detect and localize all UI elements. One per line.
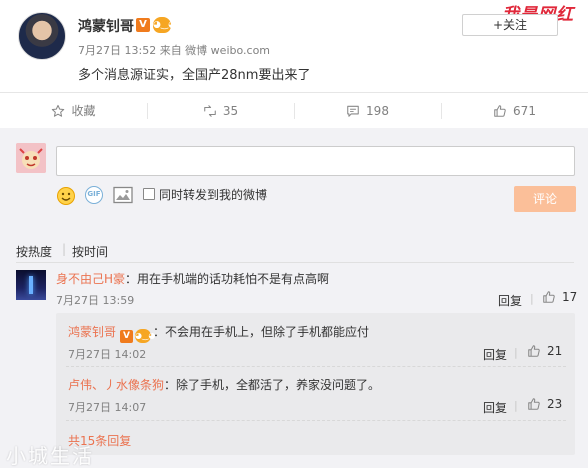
comment-count: 198 xyxy=(366,103,389,118)
post-meta: 7月27日 13:52 来自 微博 weibo.com xyxy=(78,44,271,57)
sort-by-hot[interactable]: 按热度 xyxy=(16,243,52,260)
reply-like-count: 23 xyxy=(547,397,563,411)
thumbs-up-icon xyxy=(528,345,540,357)
like-count: 671 xyxy=(513,103,536,118)
star-icon xyxy=(52,104,65,117)
reply-separator: | xyxy=(514,399,518,412)
reply-time: 7月27日 14:07 xyxy=(68,401,147,414)
reply-separator: | xyxy=(514,346,518,359)
reply-divider xyxy=(66,420,566,421)
comment-icon xyxy=(347,105,359,117)
forward-checkbox-label[interactable]: 同时转发到我的微博 xyxy=(159,186,267,203)
submit-comment-button[interactable]: 评论 xyxy=(514,186,576,212)
comment-button[interactable]: 198 xyxy=(294,93,441,129)
reply-like-count: 21 xyxy=(547,344,563,358)
commenter-avatar[interactable] xyxy=(16,270,46,300)
commenter-name[interactable]: 身不由己H豪 xyxy=(56,272,125,286)
member-face-icon: ◕‿◕ xyxy=(135,329,155,343)
reply-button[interactable]: 回复 xyxy=(483,346,507,363)
reply-text: ：除了手机，全都活了，养家没问题了。 xyxy=(164,378,381,392)
forward-count: 35 xyxy=(222,103,239,118)
sort-by-time[interactable]: 按时间 xyxy=(72,243,108,260)
comment-time: 7月27日 13:59 xyxy=(56,294,135,307)
comment-like-button[interactable]: 17 xyxy=(542,290,577,304)
author-name[interactable]: 鸿蒙钊哥 xyxy=(78,16,134,36)
reply-button[interactable]: 回复 xyxy=(498,292,522,309)
comment-text: ：用在手机端的话功耗怕不是有点高啊 xyxy=(125,272,330,286)
forward-checkbox[interactable] xyxy=(143,188,155,200)
comment-line: 身不由己H豪：用在手机端的话功耗怕不是有点高啊 xyxy=(56,270,329,287)
emoji-icon[interactable] xyxy=(56,186,76,210)
reply-button[interactable]: 回复 xyxy=(483,399,507,416)
post-text: 多个消息源证实，全国产28nm要出来了 xyxy=(78,68,311,83)
follow-button[interactable]: +关注 xyxy=(462,14,558,36)
sort-divider xyxy=(16,262,574,263)
image-icon[interactable] xyxy=(113,186,133,208)
reply-like-button[interactable]: 23 xyxy=(527,397,562,411)
forward-button[interactable]: 35 xyxy=(147,93,294,129)
sort-separator: | xyxy=(62,242,67,256)
reply-separator: | xyxy=(530,292,534,305)
reply-divider xyxy=(66,366,566,367)
comment-input[interactable] xyxy=(56,146,575,176)
thumbs-up-icon xyxy=(494,104,506,117)
watermark-text: 小城生活 xyxy=(6,444,94,468)
comment-like-count: 17 xyxy=(562,290,578,304)
reply-line: 鸿蒙钊哥 V ◕‿◕：不会用在手机上，但除了手机都能应付 xyxy=(68,323,369,343)
reply-like-button[interactable]: 21 xyxy=(527,344,562,358)
like-button[interactable]: 671 xyxy=(441,93,588,129)
favorite-label: 收藏 xyxy=(71,104,96,118)
thumbs-up-icon xyxy=(528,398,540,410)
member-face-icon: ◕‿◕ xyxy=(153,17,176,33)
author-avatar[interactable] xyxy=(18,12,66,60)
forward-icon xyxy=(204,104,216,117)
reply-user-name[interactable]: 鸿蒙钊哥 xyxy=(68,325,116,339)
reply-time: 7月27日 14:02 xyxy=(68,348,147,361)
reply-line: 卢伟、丿水像条狗：除了手机，全都活了，养家没问题了。 xyxy=(68,376,380,393)
verified-badge-icon: V xyxy=(120,330,134,343)
thumbs-up-icon xyxy=(543,291,555,303)
reply-text: ：不会用在手机上，但除了手机都能应付 xyxy=(153,325,370,339)
verified-badge-icon: V xyxy=(136,18,150,32)
reply-user-name[interactable]: 卢伟、丿水像条狗 xyxy=(68,378,164,392)
action-bar: 收藏 35 198 671 xyxy=(0,92,588,128)
my-avatar xyxy=(16,143,46,173)
favorite-button[interactable]: 收藏 xyxy=(0,93,147,129)
gif-icon[interactable]: GIF xyxy=(85,186,103,204)
